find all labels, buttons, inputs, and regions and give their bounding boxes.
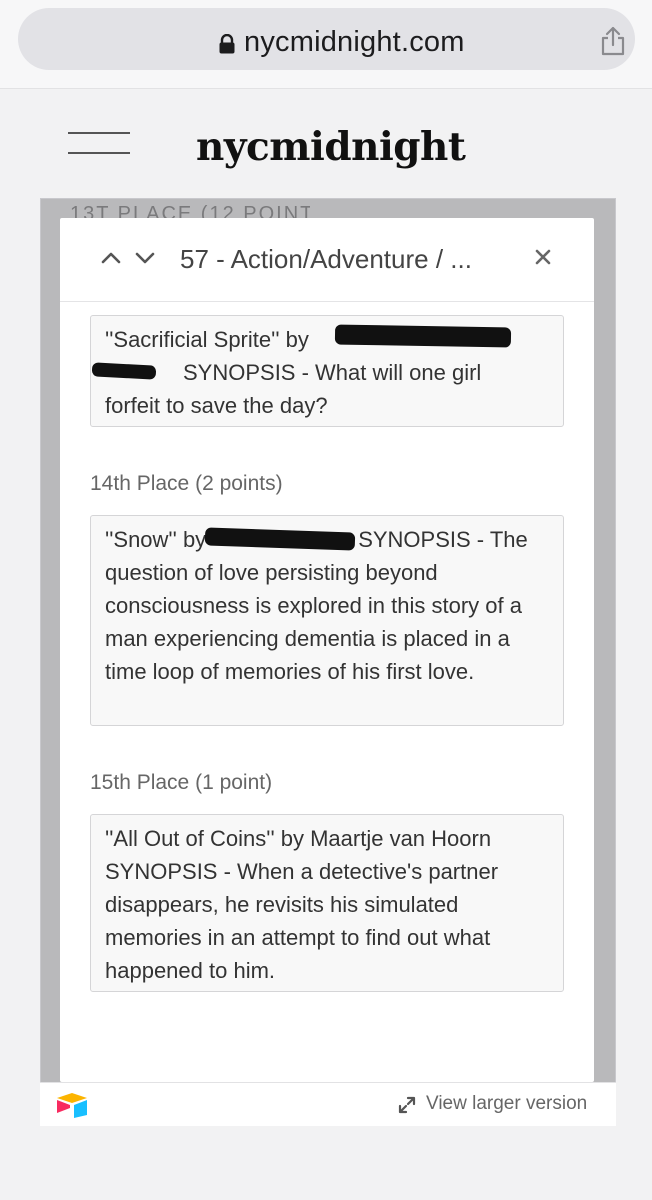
entry-text: ''All Out of Coins'' by Maartje van Hoor… (105, 826, 499, 983)
airtable-logo-icon[interactable] (54, 1091, 90, 1119)
redaction-mark (334, 324, 512, 348)
view-larger-link[interactable]: View larger version (426, 1093, 587, 1115)
place-label-15th: 15th Place (1 point) (90, 771, 273, 794)
record-header: 57 - Action/Adventure / ... (60, 218, 594, 302)
entry-line: forfeit to save the day? (105, 393, 328, 418)
entry-text: question of love persisting beyond consc… (105, 560, 522, 684)
browser-topbar: nycmidnight.com (0, 0, 652, 89)
close-icon[interactable] (534, 248, 552, 266)
entry-box-3: ''All Out of Coins'' by Maartje van Hoor… (90, 814, 564, 992)
address-bar[interactable]: nycmidnight.com (18, 8, 635, 70)
site-logo[interactable]: nycmidnight (196, 124, 466, 170)
place-label-14th: 14th Place (2 points) (90, 472, 283, 495)
expand-icon[interactable] (398, 1096, 416, 1114)
background-record-text: 13T PLACE (12 POINTS) (70, 203, 310, 219)
chevron-down-icon[interactable] (134, 250, 156, 266)
hamburger-icon[interactable] (68, 132, 130, 154)
url-text: nycmidnight.com (244, 26, 465, 58)
entry-line: SYNOPSIS - What will one girl (183, 360, 482, 385)
chevron-up-icon[interactable] (100, 250, 122, 266)
record-card: 57 - Action/Adventure / ... ''Sacrificia… (60, 218, 594, 1082)
share-icon[interactable] (600, 26, 626, 56)
embed-footer: View larger version (40, 1082, 616, 1126)
record-title: 57 - Action/Adventure / ... (180, 244, 472, 274)
lock-icon (219, 34, 235, 54)
